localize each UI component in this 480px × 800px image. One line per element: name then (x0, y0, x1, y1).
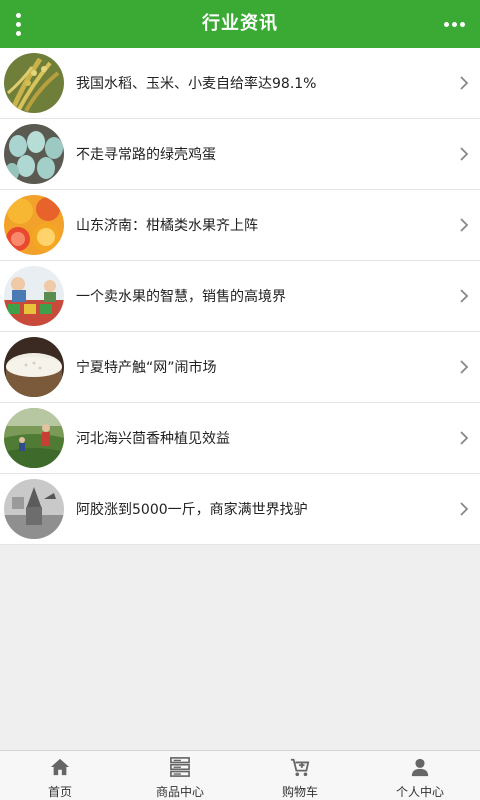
news-title: 宁夏特产触“网”闹市场 (76, 360, 217, 376)
chevron-right-icon (460, 431, 469, 445)
tab-cart[interactable]: 购物车 (240, 751, 360, 800)
server-list-icon (170, 757, 190, 777)
news-item[interactable]: 宁夏特产触“网”闹市场 (0, 332, 480, 403)
tab-home[interactable]: 首页 (0, 751, 120, 800)
news-item[interactable]: 河北海兴茴香种植见效益 (0, 403, 480, 474)
top-bar: 行业资讯 (0, 0, 480, 48)
rice-ear-photo (4, 53, 64, 113)
fennel-field-photo (4, 408, 64, 468)
tab-profile[interactable]: 个人中心 (360, 751, 480, 800)
news-title: 阿胶涨到5000一斤，商家满世界找驴 (76, 502, 308, 518)
tab-label: 购物车 (281, 785, 318, 799)
tab-products[interactable]: 商品中心 (120, 751, 240, 800)
tab-label: 首页 (47, 785, 72, 799)
home-icon (50, 758, 70, 776)
tab-label: 商品中心 (155, 785, 204, 799)
news-item[interactable]: 一个卖水果的智慧，销售的高境界 (0, 261, 480, 332)
news-title: 我国水稻、玉米、小麦自给率达98.1% (76, 76, 317, 92)
chevron-right-icon (460, 147, 469, 161)
news-title: 一个卖水果的智慧，销售的高境界 (76, 289, 286, 305)
news-item[interactable]: 不走寻常路的绿壳鸡蛋 (0, 119, 480, 190)
horizontal-dots-icon[interactable] (440, 12, 468, 36)
cart-icon (290, 758, 310, 777)
chevron-right-icon (460, 76, 469, 90)
fruit-stall-photo (4, 266, 64, 326)
news-title: 山东济南：柑橘类水果齐上阵 (76, 218, 258, 234)
news-item[interactable]: 阿胶涨到5000一斤，商家满世界找驴 (0, 474, 480, 545)
rice-grain-photo (4, 337, 64, 397)
news-item[interactable]: 我国水稻、玉米、小麦自给率达98.1% (0, 48, 480, 119)
chevron-right-icon (460, 502, 469, 516)
news-title: 河北海兴茴香种植见效益 (76, 431, 230, 447)
citrus-photo (4, 195, 64, 255)
tab-label: 个人中心 (395, 785, 444, 799)
news-list: 我国水稻、玉米、小麦自给率达98.1% 不走寻常路的绿壳鸡蛋 山东济南：柑橘类水… (0, 48, 480, 545)
bottom-tab-bar: 首页 商品中心 购物车 个人中心 (0, 750, 480, 800)
green-eggs-photo (4, 124, 64, 184)
chevron-right-icon (460, 218, 469, 232)
chevron-right-icon (460, 360, 469, 374)
user-icon (411, 758, 429, 777)
page-title: 行业资讯 (202, 13, 278, 34)
donkey-photo (4, 479, 64, 539)
chevron-right-icon (460, 289, 469, 303)
news-title: 不走寻常路的绿壳鸡蛋 (76, 147, 216, 163)
news-item[interactable]: 山东济南：柑橘类水果齐上阵 (0, 190, 480, 261)
